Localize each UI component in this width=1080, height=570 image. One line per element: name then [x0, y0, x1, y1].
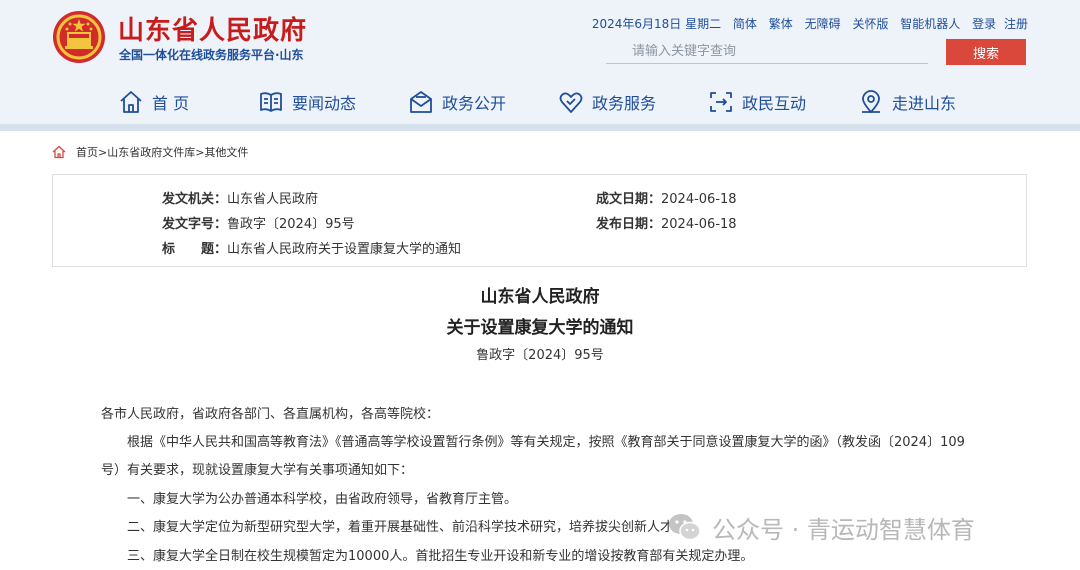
site-title[interactable]: 山东省人民政府	[118, 10, 307, 47]
item-1: 一、康复大学为公办普通本科学校，由省政府领导，省教育厅主管。	[127, 492, 518, 507]
nav-item-news[interactable]: 要闻动态	[258, 84, 356, 120]
nav-item-gov-service[interactable]: 政务服务	[558, 84, 656, 120]
title-row: 标 题：山东省人民政府关于设置康复大学的通知	[162, 238, 461, 257]
watermark-text: 公众号 · 青运动智慧体育	[712, 515, 975, 544]
current-date: 2024年6月18日 星期二	[591, 17, 722, 31]
national-emblem-logo[interactable]	[52, 10, 106, 64]
nav-label: 走进山东	[892, 94, 957, 113]
title-label: 标 题：	[162, 242, 228, 257]
nav-label: 政务服务	[592, 94, 657, 113]
issuer-value: 山东省人民政府	[227, 192, 319, 207]
nav-item-home[interactable]: 首 页	[118, 84, 189, 120]
search-button[interactable]: 搜索	[946, 39, 1026, 65]
written-date-label: 成文日期：	[596, 192, 662, 207]
paragraph-1-line-2: 号）有关要求，现就设置康复大学有关事项通知如下：	[101, 463, 414, 478]
written-date-row: 成文日期：2024-06-18	[596, 188, 737, 207]
top-links: 2024年6月18日 星期二 简体 繁体 无障碍 关怀版 智能机器人 登录 注册	[592, 15, 1028, 32]
written-date-value: 2024-06-18	[661, 192, 737, 207]
link-smart-robot[interactable]: 智能机器人	[900, 17, 960, 31]
issuer-row: 发文机关：山东省人民政府	[162, 188, 318, 207]
published-date-value: 2024-06-18	[661, 217, 737, 232]
main-nav: 首 页 要闻动态 政务公开 政务服务 政民互动 走进山东	[0, 84, 1080, 120]
salutation: 各市人民政府，省政府各部门、各直属机构，各高等院校：	[101, 407, 440, 422]
published-date-label: 发布日期：	[596, 217, 662, 232]
paragraph-1-line-1: 根据《中华人民共和国高等教育法》《普通高等学校设置暂行条例》等有关规定，按照《教…	[127, 435, 965, 450]
link-traditional[interactable]: 繁体	[769, 17, 793, 31]
search-input[interactable]	[606, 40, 928, 64]
issuer-label: 发文机关：	[162, 192, 228, 207]
book-icon	[260, 92, 282, 112]
home-icon	[120, 91, 142, 113]
nav-label: 要闻动态	[292, 94, 357, 113]
link-register[interactable]: 注册	[1004, 17, 1028, 31]
document-number: 鲁政字〔2024〕95号	[476, 348, 604, 363]
link-accessibility[interactable]: 无障碍	[805, 17, 841, 31]
nav-item-interaction[interactable]: 政民互动	[708, 84, 806, 120]
link-simplified[interactable]: 简体	[733, 17, 757, 31]
item-2: 二、康复大学定位为新型研究型大学，着重开展基础性、前沿科学技术研究，培养拔尖创新…	[127, 520, 687, 535]
location-icon	[862, 90, 880, 113]
doc-number-row: 发文字号：鲁政字〔2024〕95号	[162, 213, 355, 232]
site-subtitle: 全国一体化在线政务服务平台·山东	[119, 48, 304, 62]
link-care-version[interactable]: 关怀版	[852, 17, 888, 31]
nav-item-shandong[interactable]: 走进山东	[858, 84, 956, 120]
nav-item-gov-open[interactable]: 政务公开	[408, 84, 506, 120]
breadcrumb: 首页>山东省政府文件库>其他文件	[52, 144, 248, 160]
nav-label: 政民互动	[742, 94, 807, 113]
title-value: 山东省人民政府关于设置康复大学的通知	[227, 242, 462, 257]
wechat-icon	[669, 514, 701, 541]
header-divider	[0, 124, 1080, 131]
wechat-watermark: 公众号 · 青运动智慧体育	[666, 508, 975, 546]
breadcrumb-path[interactable]: 首页>山东省政府文件库>其他文件	[76, 144, 248, 160]
link-login[interactable]: 登录	[972, 17, 996, 31]
doc-number-value: 鲁政字〔2024〕95号	[227, 217, 355, 232]
nav-label: 政务公开	[442, 94, 507, 113]
site-header: 山东省人民政府 全国一体化在线政务服务平台·山东 2024年6月18日 星期二 …	[0, 0, 1080, 125]
nav-label: 首 页	[152, 94, 190, 113]
heart-icon	[559, 92, 583, 113]
doc-number-label: 发文字号：	[162, 217, 228, 232]
document-title-line2: 关于设置康复大学的通知	[446, 318, 634, 338]
home-icon[interactable]	[52, 145, 66, 159]
published-date-row: 发布日期：2024-06-18	[596, 213, 737, 232]
interaction-icon	[710, 92, 732, 112]
item-3: 三、康复大学全日制在校生规模暂定为10000人。首批招生专业开设和新专业的增设按…	[127, 549, 754, 564]
document-title-line1: 山东省人民政府	[480, 287, 600, 307]
document-info-box: 发文机关：山东省人民政府 发文字号：鲁政字〔2024〕95号 标 题：山东省人民…	[52, 174, 1027, 267]
mail-icon	[410, 91, 432, 113]
